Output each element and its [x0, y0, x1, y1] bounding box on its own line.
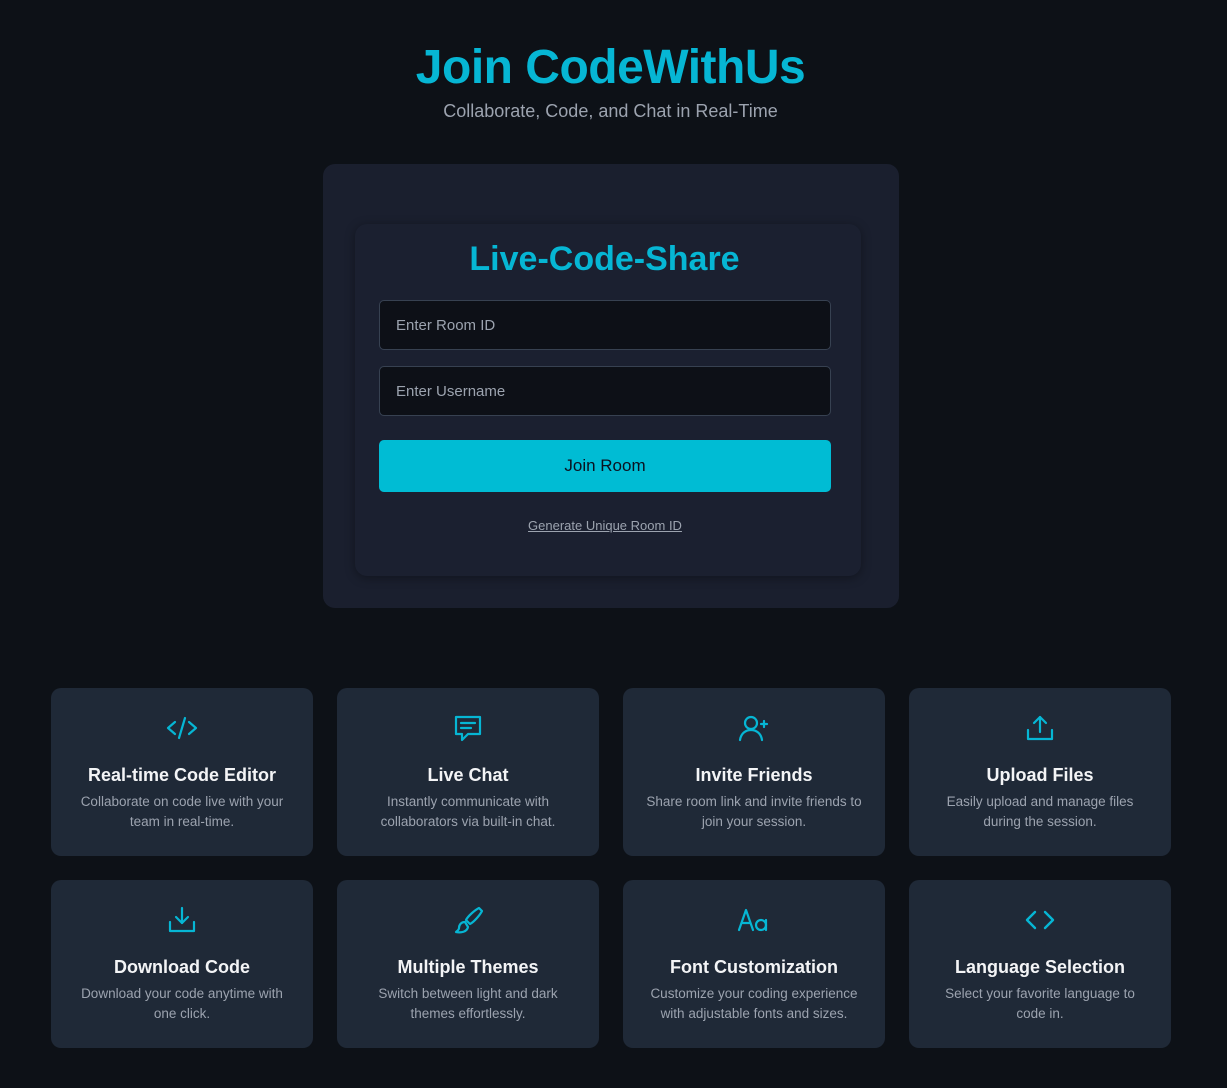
- join-card-title: Live-Code-Share: [469, 240, 740, 278]
- feature-description: Share room link and invite friends to jo…: [646, 794, 862, 829]
- user-plus-icon: [623, 714, 885, 742]
- feature-card-code-editor: Real-time Code Editor Collaborate on cod…: [51, 688, 313, 856]
- feature-title: Language Selection: [954, 957, 1126, 977]
- username-input[interactable]: [379, 366, 831, 416]
- join-page: Join CodeWithUs Collaborate, Code, and C…: [0, 0, 1227, 1088]
- feature-description: Switch between light and dark themes eff…: [378, 986, 558, 1021]
- feature-card-multiple-themes: Multiple Themes Switch between light and…: [337, 880, 599, 1048]
- feature-title: Real-time Code Editor: [87, 765, 277, 785]
- feature-card-upload-files: Upload Files Easily upload and manage fi…: [909, 688, 1171, 856]
- upload-icon: [909, 714, 1171, 742]
- feature-title: Invite Friends: [695, 765, 813, 785]
- feature-description: Collaborate on code live with your team …: [80, 794, 284, 829]
- download-icon: [51, 906, 313, 934]
- feature-description: Download your code anytime with one clic…: [81, 986, 283, 1021]
- feature-title: Download Code: [114, 957, 250, 977]
- feature-card-download-code: Download Code Download your code anytime…: [51, 880, 313, 1048]
- feature-title: Font Customization: [670, 957, 838, 977]
- feature-description: Customize your coding experience with ad…: [650, 986, 858, 1021]
- page-subtitle: Collaborate, Code, and Chat in Real-Time: [443, 101, 778, 121]
- feature-title: Upload Files: [986, 765, 1094, 785]
- feature-description: Instantly communicate with collaborators…: [380, 794, 556, 829]
- feature-title: Live Chat: [427, 765, 509, 785]
- feature-description: Easily upload and manage files during th…: [946, 794, 1134, 829]
- feature-card-live-chat: Live Chat Instantly communicate with col…: [337, 688, 599, 856]
- feature-card-invite-friends: Invite Friends Share room link and invit…: [623, 688, 885, 856]
- join-room-button[interactable]: Join Room: [379, 440, 831, 492]
- feature-description: Select your favorite language to code in…: [945, 986, 1135, 1021]
- page-title: Join CodeWithUs: [415, 41, 806, 94]
- generate-room-id-link[interactable]: Generate Unique Room ID: [379, 518, 831, 534]
- code-slash-icon: [51, 714, 313, 742]
- room-id-input[interactable]: [379, 300, 831, 350]
- feature-card-font-customization: Font Customization Customize your coding…: [623, 880, 885, 1048]
- feature-card-language-selection: Language Selection Select your favorite …: [909, 880, 1171, 1048]
- code-brackets-icon: [909, 906, 1171, 934]
- feature-title: Multiple Themes: [397, 957, 539, 977]
- font-icon: [623, 906, 885, 934]
- chat-icon: [337, 714, 599, 742]
- brush-icon: [337, 906, 599, 934]
